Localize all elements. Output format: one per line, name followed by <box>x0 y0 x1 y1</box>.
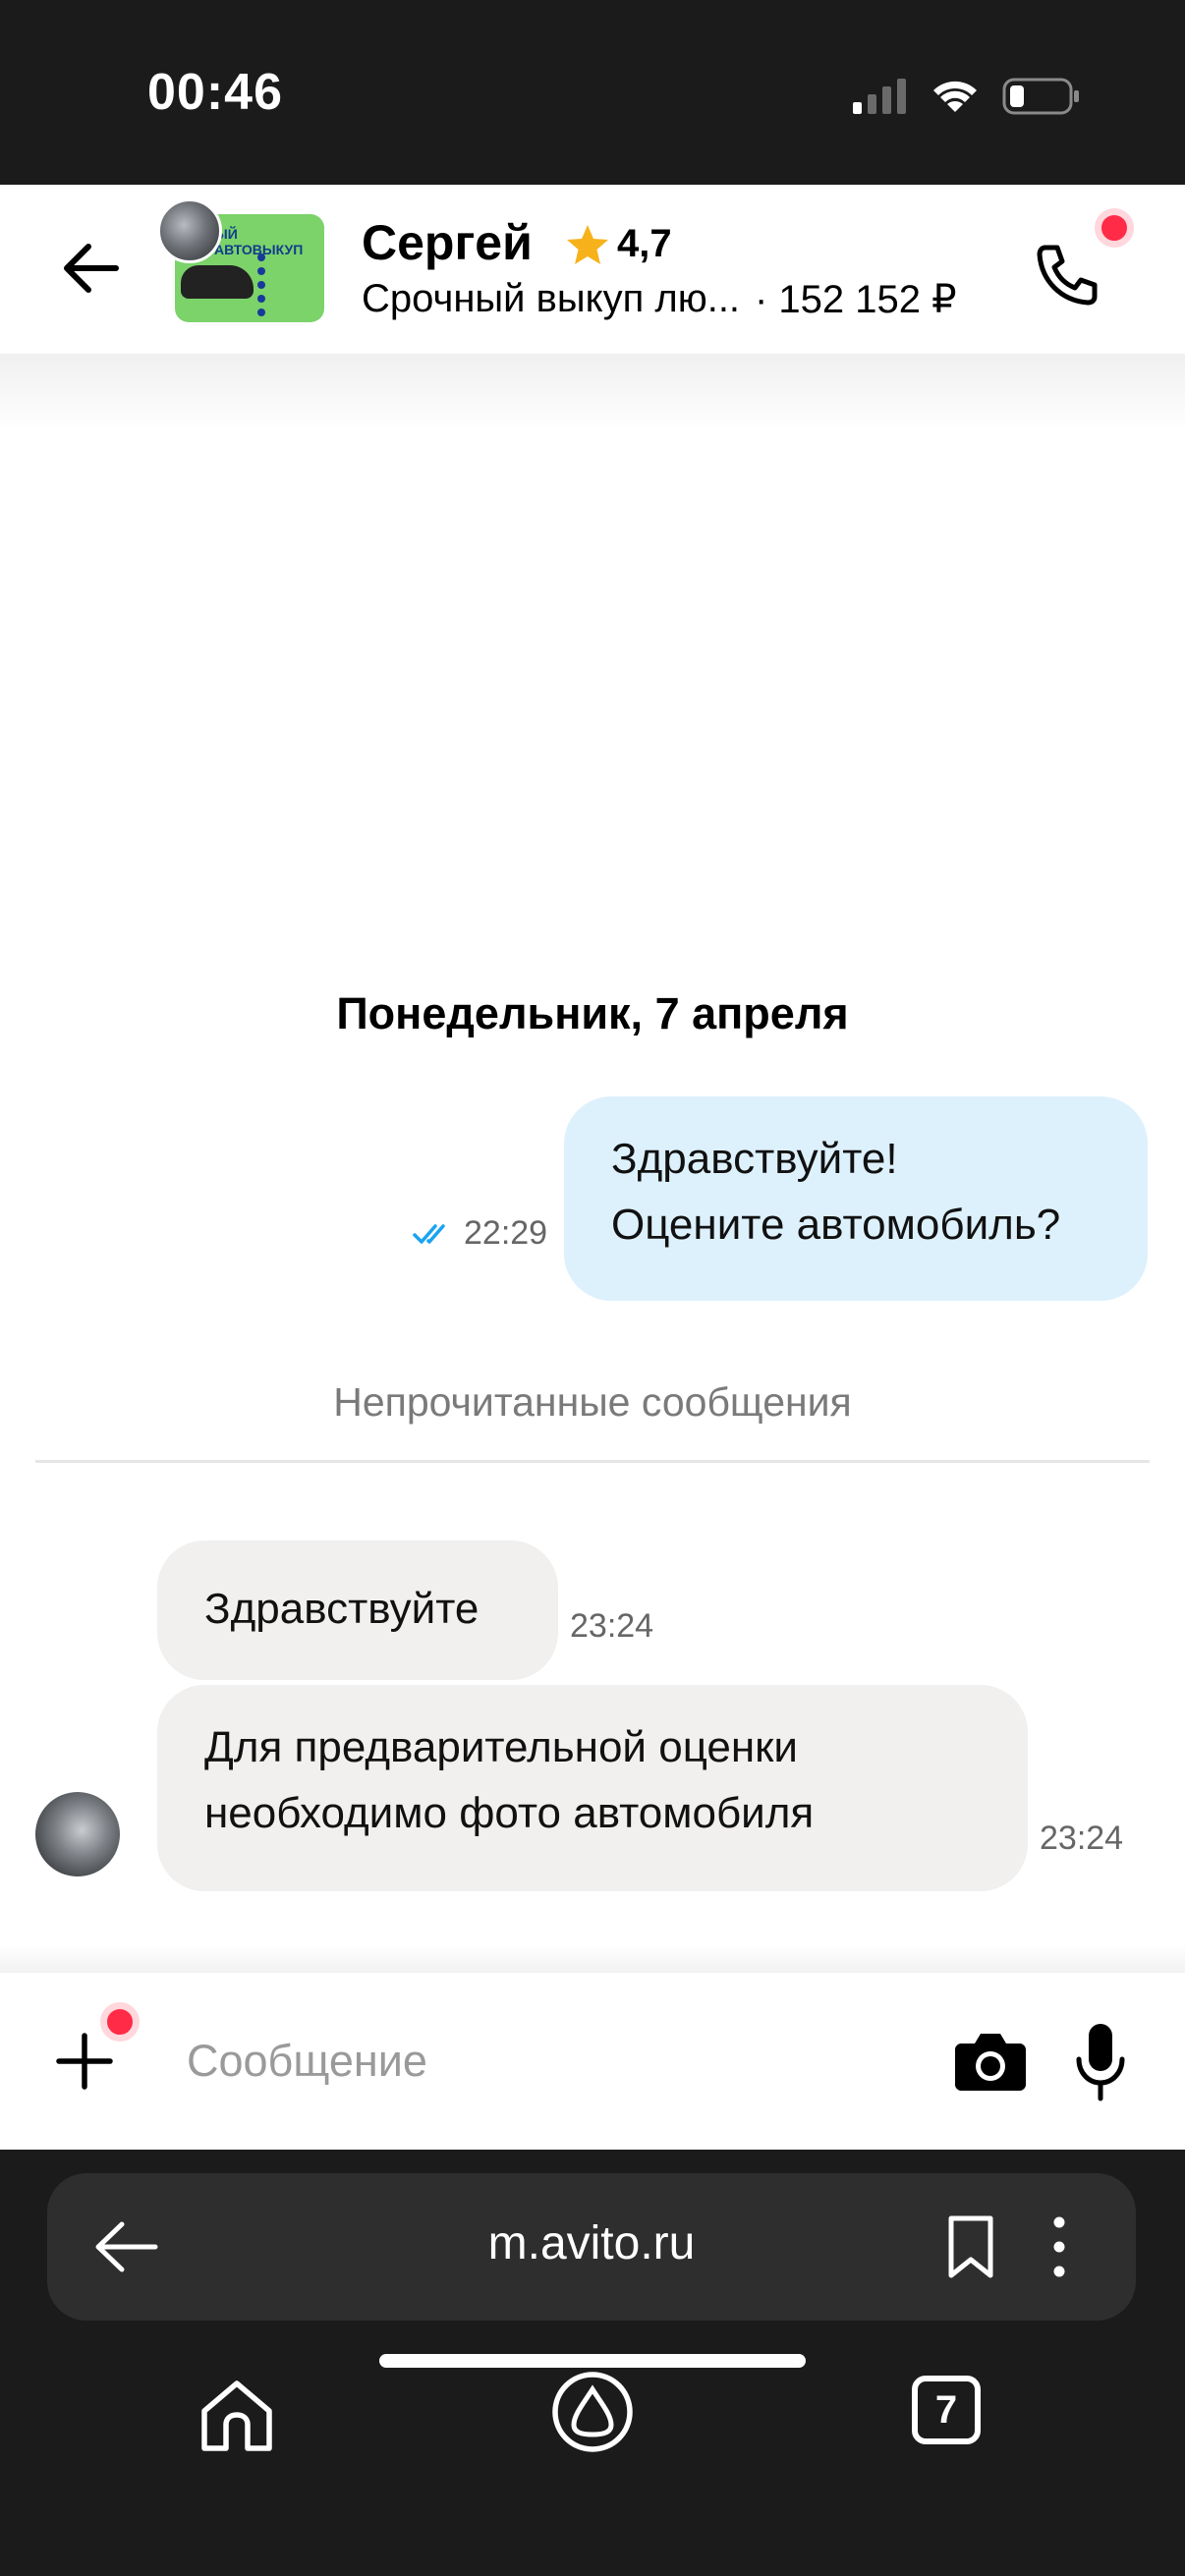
message-line: Здравствуйте <box>204 1585 480 1633</box>
microphone-icon[interactable] <box>1071 2020 1130 2102</box>
message-input[interactable] <box>187 2022 894 2100</box>
message-line: Оцените автомобиль? <box>611 1201 1061 1249</box>
alice-assistant-icon[interactable] <box>550 2370 635 2454</box>
star-icon <box>567 225 608 264</box>
outgoing-message[interactable]: Здравствуйте! Оцените автомобиль? <box>564 1096 1148 1301</box>
item-price: · 152 152 ₽ <box>755 278 957 321</box>
notification-dot <box>100 2002 140 2042</box>
seller-avatar[interactable] <box>35 1792 120 1876</box>
status-bar: 00:46 <box>0 0 1185 185</box>
item-title[interactable]: Срочный выкуп лю... <box>362 277 740 321</box>
car-image <box>181 265 254 299</box>
double-check-icon <box>413 1223 445 1244</box>
browser-nav-row: 7 <box>0 2370 1185 2488</box>
home-indicator[interactable] <box>379 2354 806 2368</box>
outgoing-message-meta: 22:29 <box>413 1214 547 1253</box>
camera-icon[interactable] <box>953 2026 1028 2095</box>
message-time: 23:24 <box>1040 1820 1124 1857</box>
date-separator: Понедельник, 7 апреля <box>336 988 849 1038</box>
status-icons <box>853 75 1081 118</box>
chat-header: ЫЙ АВТОВЫКУП Сергей 4,7 Срочный выкуп лю… <box>0 185 1185 354</box>
thumbnail-banner-text: ЫЙ АВТОВЫКУП <box>214 226 304 257</box>
phone-icon[interactable] <box>1032 240 1102 310</box>
home-icon[interactable] <box>195 2374 279 2458</box>
incoming-message[interactable]: Для предварительной оценки необходимо фо… <box>157 1685 1028 1891</box>
seller-rating: 4,7 <box>617 222 672 265</box>
unread-divider <box>35 1460 1150 1463</box>
battery-icon <box>1002 78 1079 115</box>
tabs-counter-button[interactable]: 7 <box>912 2376 981 2444</box>
status-time: 00:46 <box>147 64 283 121</box>
cellular-signal-icon <box>853 79 906 114</box>
more-menu-icon[interactable] <box>1040 2212 1079 2281</box>
header-shadow <box>0 354 1185 432</box>
message-line: необходимо фото автомобиля <box>204 1789 815 1837</box>
address-bar[interactable]: m.avito.ru <box>47 2173 1136 2321</box>
notification-dot <box>1095 208 1134 248</box>
wifi-icon <box>933 81 977 112</box>
thumbnail-bullets <box>257 253 265 316</box>
message-line: Для предварительной оценки <box>204 1723 799 1771</box>
chat-screen: ЫЙ АВТОВЫКУП Сергей 4,7 Срочный выкуп лю… <box>0 185 1185 2150</box>
incoming-message[interactable]: Здравствуйте <box>157 1540 558 1680</box>
composer-shadow <box>0 1943 1185 1973</box>
unread-messages-label: Непрочитанные сообщения <box>333 1379 852 1425</box>
seller-name[interactable]: Сергей <box>362 214 533 271</box>
seller-avatar[interactable] <box>157 198 222 263</box>
plus-icon[interactable] <box>53 2030 116 2093</box>
message-time: 23:24 <box>570 1607 654 1645</box>
message-composer <box>0 1973 1185 2150</box>
message-time: 22:29 <box>464 1214 548 1252</box>
message-line: Здравствуйте! <box>611 1135 898 1183</box>
bookmark-icon[interactable] <box>941 2212 1000 2281</box>
back-arrow-icon[interactable] <box>57 234 126 303</box>
